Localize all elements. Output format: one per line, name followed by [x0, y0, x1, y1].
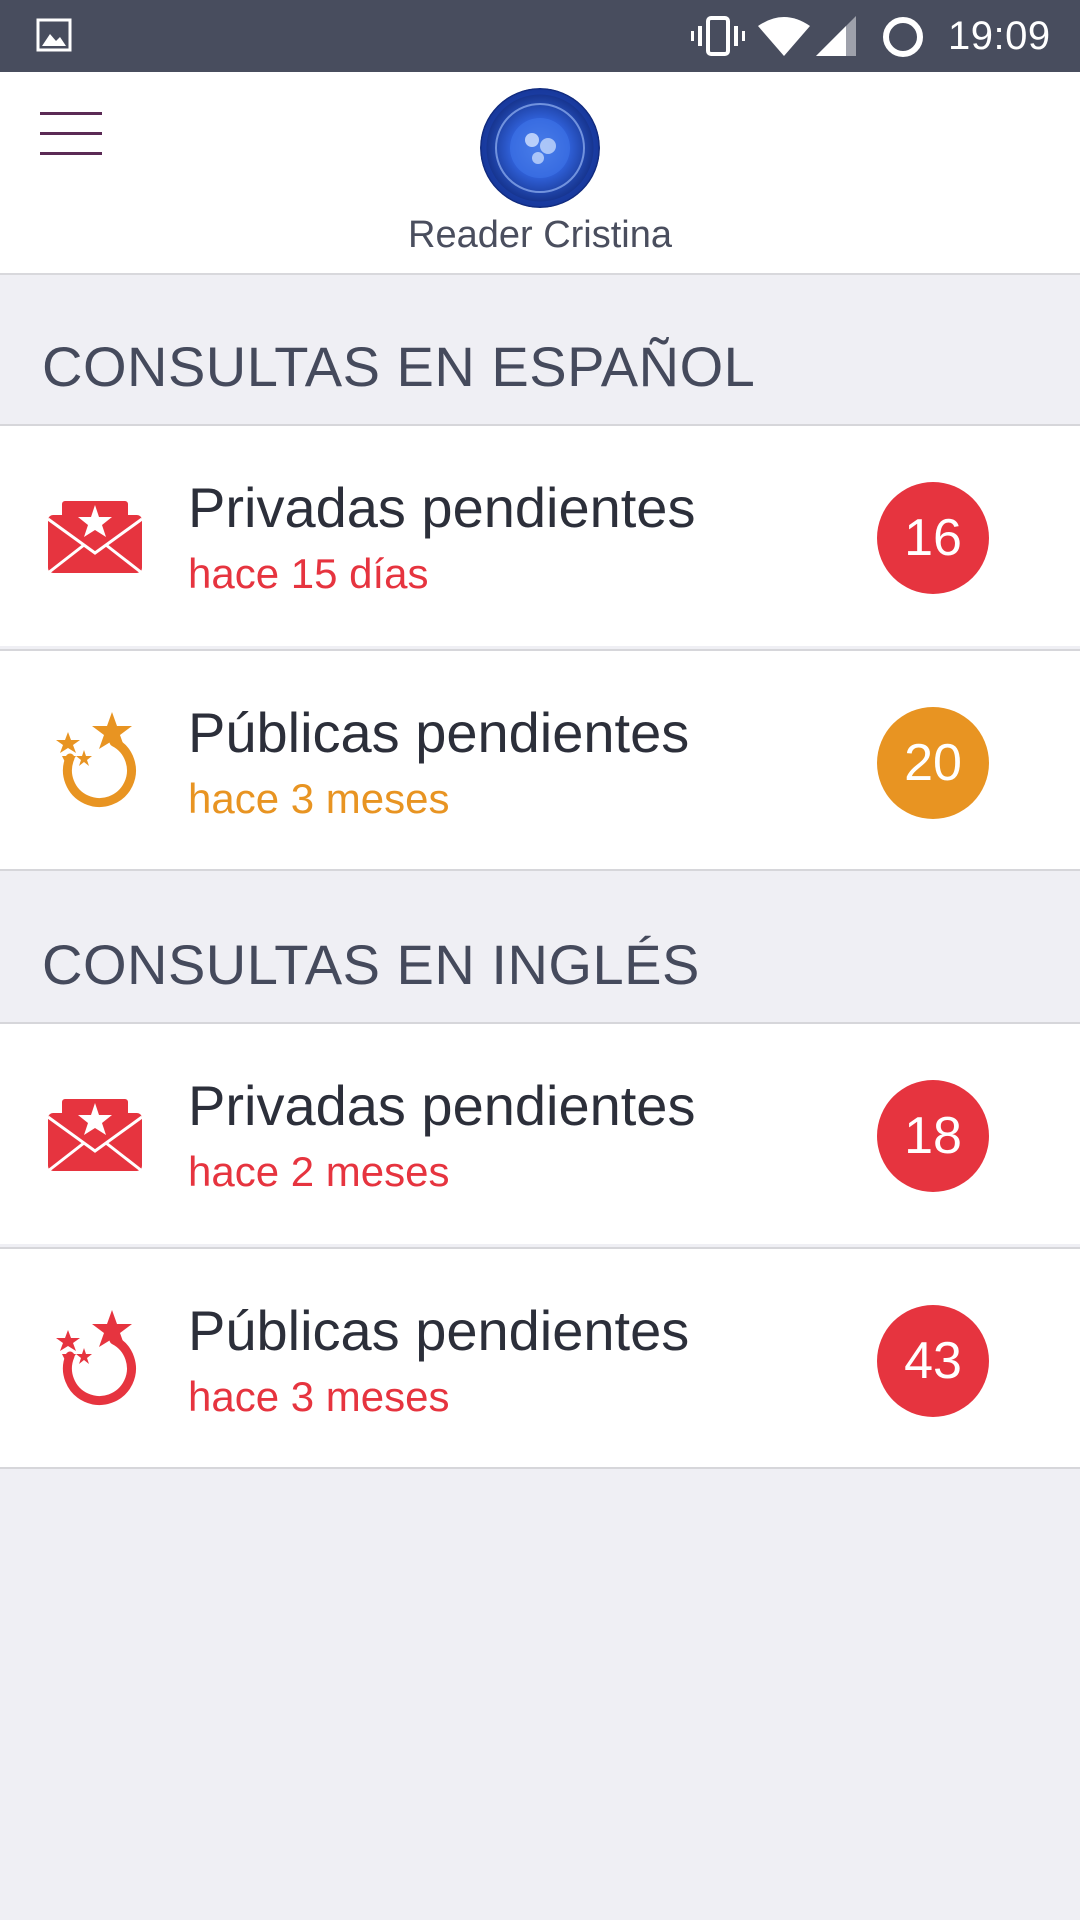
- row-title: Privadas pendientes: [188, 476, 696, 539]
- count-badge: 18: [877, 1080, 989, 1192]
- hamburger-menu-icon[interactable]: [36, 106, 106, 162]
- app-header: Reader Cristina: [0, 72, 1080, 275]
- row-title: Privadas pendientes: [188, 1074, 696, 1137]
- private-mail-icon: [47, 1099, 143, 1173]
- public-stars-icon: [56, 1310, 136, 1405]
- avatar[interactable]: [480, 88, 600, 208]
- count-badge: 43: [877, 1305, 989, 1417]
- row-spanish-public[interactable]: Públicas pendientes hace 3 meses 20: [0, 649, 1080, 871]
- vibrate-icon: [691, 16, 745, 56]
- count-badge: 16: [877, 482, 989, 594]
- count-badge: 20: [877, 707, 989, 819]
- row-subtitle: hace 2 meses: [188, 1148, 450, 1195]
- reader-name: Reader Cristina: [408, 214, 672, 256]
- loading-icon: [883, 17, 923, 57]
- section-title-spanish: CONSULTAS EN ESPAÑOL: [42, 335, 756, 398]
- image-icon: [36, 18, 72, 52]
- status-bar: 19:09: [0, 0, 1080, 72]
- public-stars-icon: [56, 712, 136, 807]
- section-title-english: CONSULTAS EN INGLÉS: [42, 933, 700, 996]
- row-title: Públicas pendientes: [188, 701, 690, 764]
- row-english-public[interactable]: Públicas pendientes hace 3 meses 43: [0, 1247, 1080, 1469]
- row-subtitle: hace 15 días: [188, 550, 429, 597]
- row-subtitle: hace 3 meses: [188, 775, 450, 822]
- status-time: 19:09: [948, 14, 1051, 58]
- row-english-private[interactable]: Privadas pendientes hace 2 meses 18: [0, 1022, 1080, 1244]
- row-subtitle: hace 3 meses: [188, 1373, 450, 1420]
- signal-icon: [816, 16, 856, 56]
- private-mail-icon: [47, 501, 143, 575]
- wifi-icon: [758, 17, 810, 56]
- row-title: Públicas pendientes: [188, 1299, 690, 1362]
- row-spanish-private[interactable]: Privadas pendientes hace 15 días 16: [0, 424, 1080, 646]
